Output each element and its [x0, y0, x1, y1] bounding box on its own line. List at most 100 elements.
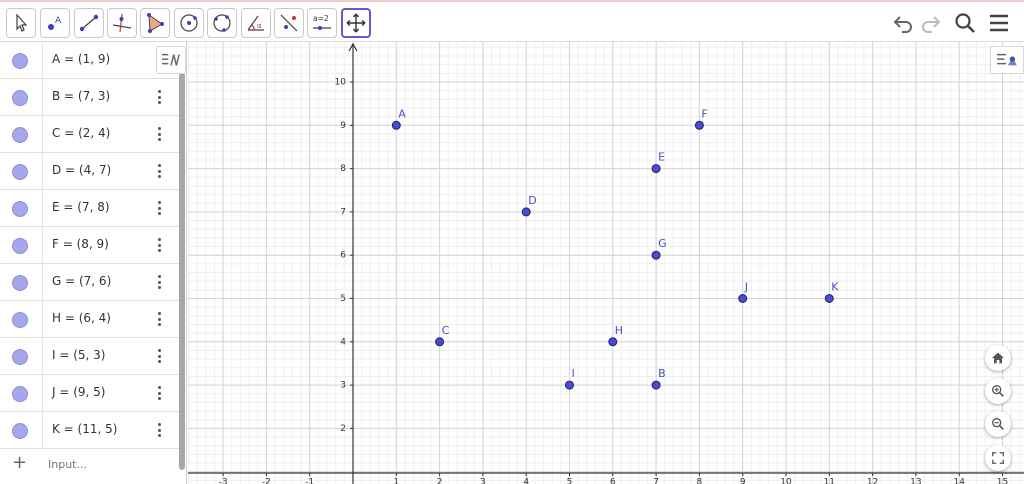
plus-icon[interactable]: + [12, 452, 27, 473]
point-B[interactable]: B [651, 367, 666, 390]
visibility-toggle-icon[interactable] [12, 201, 28, 217]
point-marker[interactable] [824, 294, 834, 303]
visibility-toggle-icon[interactable] [12, 127, 28, 143]
more-options-icon[interactable] [153, 346, 165, 366]
point-A[interactable]: A [391, 107, 406, 130]
angle-tool-button[interactable]: α [241, 8, 271, 38]
search-button[interactable] [952, 10, 978, 36]
more-options-icon[interactable] [153, 198, 165, 218]
more-options-icon[interactable] [153, 87, 165, 107]
slider-tool-button[interactable]: a=2 [307, 8, 337, 38]
point-E[interactable]: E [651, 151, 665, 174]
graphics-view[interactable]: -3 -2 -1 1 2 3 4 5 6 7 8 9 10 11 12 13 14 15 2 3 4 5 6 7 8 9 10 A B C… [188, 42, 1024, 484]
segment-tool-button[interactable] [74, 8, 104, 38]
algebra-item-C[interactable]: C = (2, 4) [0, 116, 180, 153]
main-menu-button[interactable] [986, 10, 1012, 36]
algebra-scrollbar[interactable] [179, 72, 185, 470]
visibility-toggle-icon[interactable] [12, 423, 28, 439]
algebra-item-G[interactable]: G = (7, 6) [0, 264, 180, 301]
visibility-toggle-icon[interactable] [12, 164, 28, 180]
point-label[interactable]: J [744, 281, 748, 294]
point-label[interactable]: F [701, 107, 707, 120]
redo-button[interactable] [918, 10, 944, 36]
visibility-toggle-icon[interactable] [12, 312, 28, 328]
visibility-toggle-icon[interactable] [12, 349, 28, 365]
point-marker[interactable] [521, 207, 531, 217]
home-view-button[interactable] [985, 345, 1011, 371]
point-I[interactable]: I [565, 367, 575, 390]
point-marker[interactable] [651, 250, 661, 260]
more-options-icon[interactable] [153, 272, 165, 292]
point-label[interactable]: B [658, 367, 666, 380]
algebra-item-J[interactable]: J = (9, 5) [0, 375, 180, 412]
more-options-icon[interactable] [153, 124, 165, 144]
point-marker[interactable] [694, 120, 704, 130]
algebra-item-expression[interactable]: D = (4, 7) [52, 163, 111, 177]
point-tool-button[interactable]: A [40, 8, 70, 38]
point-J[interactable]: J [738, 281, 748, 303]
undo-button[interactable] [890, 10, 916, 36]
point-marker[interactable] [608, 337, 618, 347]
point-marker[interactable] [391, 120, 401, 130]
algebra-item-B[interactable]: B = (7, 3) [0, 79, 180, 116]
x-tick-label: 4 [523, 478, 529, 484]
reflect-tool-button[interactable] [274, 8, 304, 38]
visibility-toggle-icon[interactable] [12, 90, 28, 106]
visibility-toggle-icon[interactable] [12, 238, 28, 254]
graphics-style-bar-button[interactable] [990, 46, 1024, 74]
algebra-input[interactable] [48, 454, 168, 474]
visibility-toggle-icon[interactable] [12, 275, 28, 291]
algebra-item-H[interactable]: H = (6, 4) [0, 301, 180, 338]
point-label[interactable]: D [528, 194, 536, 207]
point-label[interactable]: C [442, 324, 450, 337]
point-marker[interactable] [565, 380, 574, 390]
algebra-item-expression[interactable]: F = (8, 9) [52, 237, 109, 251]
circle-center-point-tool-button[interactable] [174, 8, 204, 38]
move-tool-button[interactable] [6, 8, 36, 38]
algebra-item-expression[interactable]: E = (7, 8) [52, 200, 110, 214]
point-marker[interactable] [435, 337, 445, 347]
zoom-in-button[interactable] [985, 378, 1011, 404]
algebra-item-expression[interactable]: A = (1, 9) [52, 52, 110, 66]
algebra-item-F[interactable]: F = (8, 9) [0, 227, 180, 264]
move-graphics-tool-button[interactable] [341, 8, 371, 38]
point-marker[interactable] [651, 380, 661, 390]
algebra-item-A[interactable]: A = (1, 9) [0, 42, 180, 79]
point-label[interactable]: G [658, 237, 667, 250]
circle-three-points-tool-button[interactable] [207, 8, 237, 38]
polygon-tool-button[interactable] [140, 8, 170, 38]
more-options-icon[interactable] [153, 235, 165, 255]
more-options-icon[interactable] [153, 420, 165, 440]
algebra-item-expression[interactable]: K = (11, 5) [52, 422, 117, 436]
point-label[interactable]: E [658, 151, 665, 164]
visibility-toggle-icon[interactable] [12, 386, 28, 402]
more-options-icon[interactable] [153, 161, 165, 181]
perpendicular-line-tool-button[interactable] [107, 8, 137, 38]
algebra-item-expression[interactable]: I = (5, 3) [52, 348, 105, 362]
algebra-item-D[interactable]: D = (4, 7) [0, 153, 180, 190]
algebra-item-expression[interactable]: J = (9, 5) [52, 385, 105, 399]
fullscreen-button[interactable] [985, 445, 1011, 471]
more-options-icon[interactable] [153, 309, 165, 329]
point-K[interactable]: K [824, 281, 839, 303]
algebra-style-bar-button[interactable] [156, 46, 186, 74]
point-marker[interactable] [738, 294, 748, 303]
visibility-toggle-icon[interactable] [12, 53, 28, 69]
algebra-item-I[interactable]: I = (5, 3) [0, 338, 180, 375]
algebra-item-expression[interactable]: C = (2, 4) [52, 126, 110, 140]
point-label[interactable]: K [831, 281, 839, 294]
more-options-icon[interactable] [153, 383, 165, 403]
point-label[interactable]: A [398, 107, 406, 120]
point-C[interactable]: C [435, 324, 450, 347]
zoom-out-button[interactable] [985, 411, 1011, 437]
algebra-item-expression[interactable]: G = (7, 6) [52, 274, 111, 288]
point-marker[interactable] [651, 164, 661, 174]
point-F[interactable]: F [694, 107, 708, 130]
point-label[interactable]: H [615, 324, 623, 337]
point-label[interactable]: I [572, 367, 575, 380]
algebra-item-expression[interactable]: B = (7, 3) [52, 89, 110, 103]
algebra-item-E[interactable]: E = (7, 8) [0, 190, 180, 227]
point-H[interactable]: H [608, 324, 623, 347]
algebra-item-expression[interactable]: H = (6, 4) [52, 311, 111, 325]
coordinate-plane[interactable]: -3 -2 -1 1 2 3 4 5 6 7 8 9 10 11 12 13 14 152345678910ABC… [188, 42, 1024, 484]
